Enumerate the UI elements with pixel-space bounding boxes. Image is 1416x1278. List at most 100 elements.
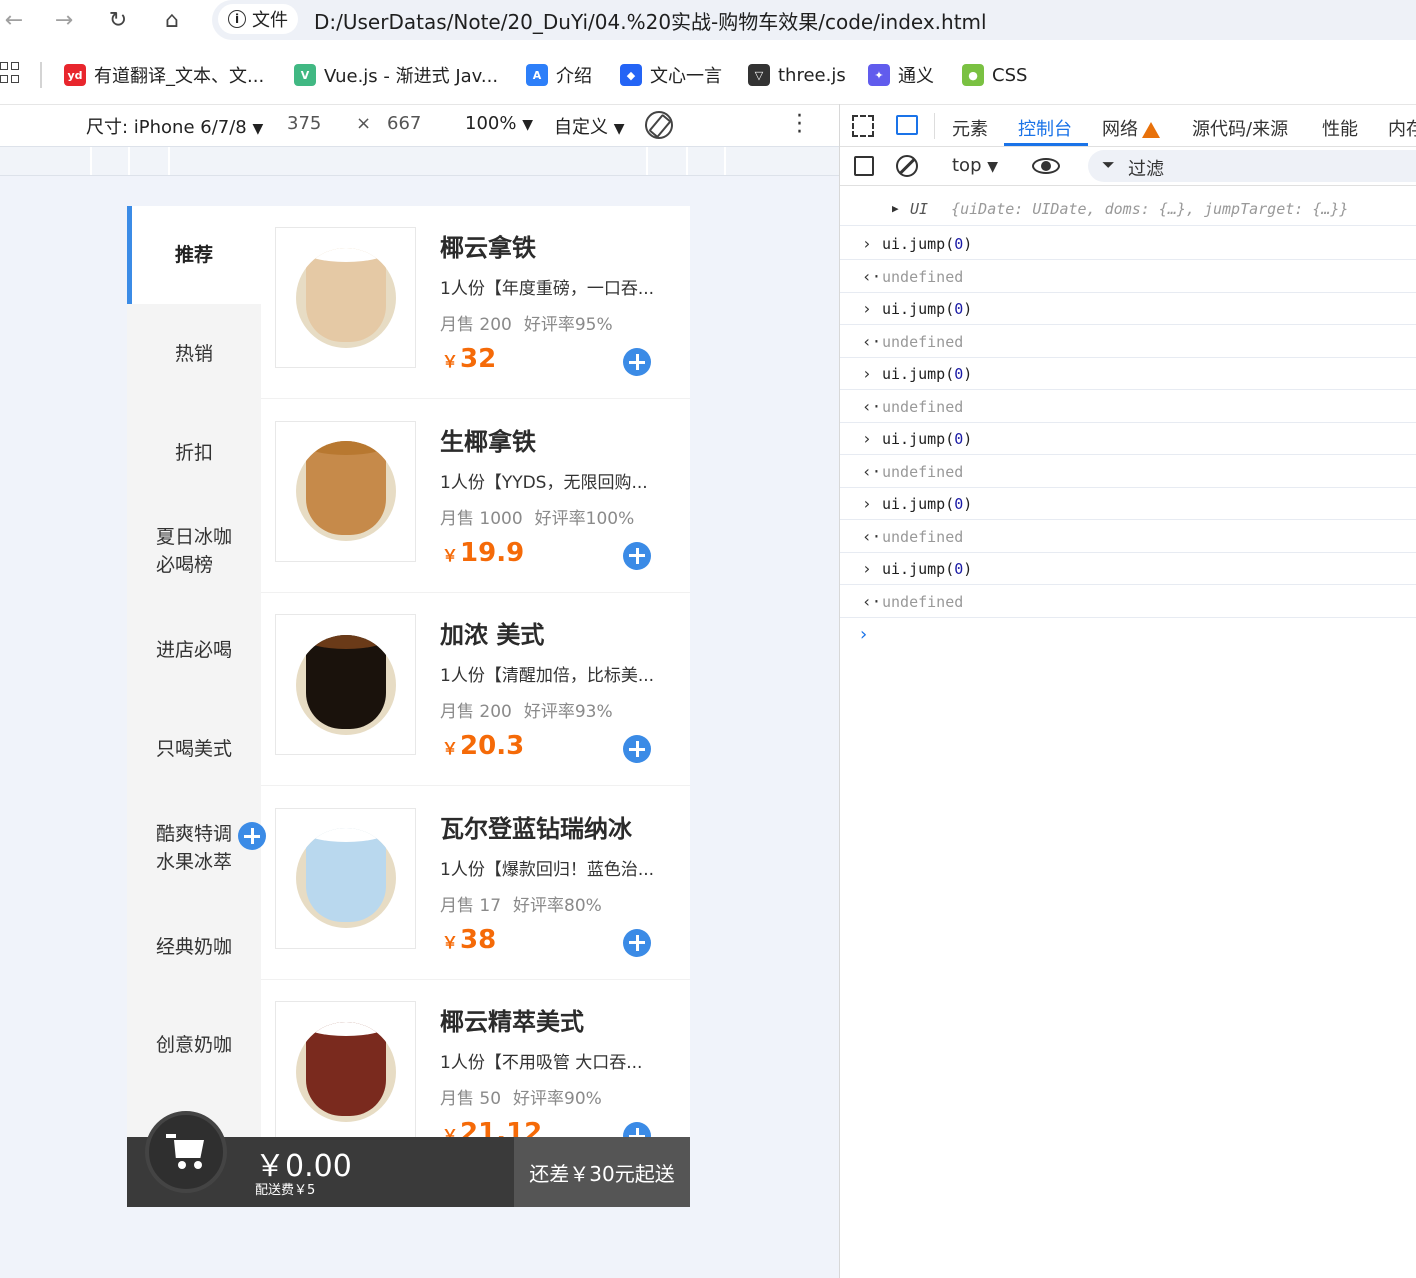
rotate-icon[interactable] [645, 111, 673, 139]
console-filter-input[interactable]: ⏷ 过滤 [1088, 150, 1416, 182]
input-chevron-icon: › [862, 234, 872, 253]
price-value: 32 [460, 344, 497, 374]
tongyi-icon: ✦ [868, 64, 890, 86]
devtools-tab[interactable]: 内存 [1388, 115, 1416, 141]
category-label: 折扣 [174, 441, 213, 464]
goods-image [275, 227, 416, 368]
more-options-icon[interactable]: · · · [796, 106, 803, 144]
goods-desc: 1人份【不用吸管 大口吞... [440, 1053, 643, 1073]
cart-footer: ￥0.00 配送费￥5 还差￥30元起送 [127, 1111, 690, 1207]
console-input-row: › ui.jump(0) [840, 488, 1416, 520]
filter-placeholder: 过滤 [1128, 159, 1164, 180]
goods-title: 椰云拿铁 [440, 234, 536, 262]
devtools-tab[interactable]: 性能 [1322, 115, 1358, 141]
height-input[interactable]: 667 [387, 113, 421, 134]
price-currency: ￥ [442, 352, 459, 371]
console-text: undefined [882, 332, 964, 351]
cart-button[interactable] [145, 1111, 227, 1193]
device-toolbar: 尺寸: iPhone 6/7/8 ▼ 375 × 667 100% ▼ 自定义 … [0, 104, 840, 146]
clear-console-icon[interactable] [896, 155, 918, 177]
category-item[interactable]: 折扣 [127, 404, 261, 502]
add-to-cart-button[interactable] [623, 348, 651, 376]
toolbar-divider [934, 113, 935, 139]
sidebar-toggle-icon[interactable] [854, 156, 874, 176]
bookmark-label: 介绍 [556, 66, 592, 87]
bookmark-vue[interactable]: V Vue.js - 渐进式 Jav... [294, 60, 498, 90]
site-info-chip[interactable]: i 文件 [218, 4, 298, 34]
price-value: 20.3 [460, 731, 525, 761]
url-text[interactable]: D:/UserDatas/Note/20_DuYi/04.%20实战-购物车效果… [314, 6, 987, 35]
return-arrow-icon: ‹· [862, 396, 882, 416]
goods-image [275, 614, 416, 755]
console-input-row: › ui.jump(0) [840, 293, 1416, 325]
devtools-tab[interactable]: 控制台 [1018, 115, 1072, 141]
warning-icon [1142, 122, 1160, 138]
goods-price: ￥32 [442, 344, 496, 374]
delivery-fee: 配送费￥5 [255, 1183, 316, 1198]
inspect-element-icon[interactable] [852, 115, 874, 137]
category-item[interactable]: 夏日冰咖 必喝榜 [127, 502, 261, 600]
goods-stats: 月售 200 好评率93% [440, 697, 625, 722]
width-input[interactable]: 375 [287, 113, 321, 134]
bookmark-wenxin[interactable]: ◆ 文心一言 [620, 60, 722, 90]
device-select[interactable]: 尺寸: iPhone 6/7/8 ▼ [86, 113, 263, 139]
context-label: top [952, 155, 982, 176]
expand-triangle-icon[interactable]: ▶ [892, 202, 899, 215]
docs-icon: A [526, 64, 548, 86]
price-currency: ￥ [442, 932, 459, 952]
bookmark-label: 有道翻译_文本、文... [94, 66, 265, 87]
context-select[interactable]: top ▼ [952, 155, 998, 176]
back-arrow-icon[interactable]: ← [0, 6, 28, 34]
forward-arrow-icon[interactable]: → [50, 6, 78, 34]
bookmark-tongyi[interactable]: ✦ 通义 [868, 60, 934, 90]
goods-item: 瓦尔登蓝钻瑞纳冰 1人份【爆款回归！蓝色治... 月售 17 好评率80% ￥38 [261, 787, 690, 980]
bookmark-threejs[interactable]: ▽ three.js [748, 60, 846, 90]
console-text: ui.jump(0) [882, 300, 973, 318]
vue-icon: V [294, 64, 316, 86]
devtools-tab[interactable]: 源代码/来源 [1192, 115, 1288, 141]
object-body: {uiDate: UIDate, doms: {…}, jumpTarget: … [951, 200, 1349, 218]
bookmark-docs[interactable]: A 介绍 [526, 60, 592, 90]
console-text: undefined [882, 592, 964, 611]
add-to-cart-button[interactable] [623, 735, 651, 763]
zoom-select[interactable]: 100% ▼ [465, 113, 533, 134]
device-toggle-icon[interactable] [896, 115, 918, 135]
console-text: ui.jump(0) [882, 430, 973, 448]
goods-sales: 月售 200 [440, 702, 512, 722]
reload-icon[interactable]: ↻ [104, 6, 132, 34]
object-log-row[interactable]: ▶ UI {uiDate: UIDate, doms: {…}, jumpTar… [840, 194, 1416, 226]
goods-stats: 月售 1000 好评率100% [440, 504, 646, 529]
checkout-button[interactable]: 还差￥30元起送 [514, 1137, 690, 1207]
category-item[interactable]: 热销 [127, 305, 261, 403]
category-label: 推荐 [174, 244, 213, 266]
file-chip-label: 文件 [252, 10, 288, 31]
category-item[interactable]: 创意奶咖 [127, 996, 261, 1094]
home-icon[interactable]: ⌂ [158, 6, 186, 34]
console-text: undefined [882, 527, 964, 546]
console-text: undefined [882, 267, 964, 286]
category-item[interactable]: 经典奶咖 [127, 898, 261, 996]
goods-rating: 好评率100% [534, 508, 635, 529]
bookmark-css[interactable]: ● CSS [962, 60, 1027, 90]
goods-stats: 月售 50 好评率90% [440, 1084, 614, 1109]
media-query-ruler [0, 146, 840, 176]
live-expression-eye-icon[interactable] [1032, 155, 1060, 177]
console-prompt-icon[interactable]: › [858, 624, 869, 645]
return-arrow-icon: ‹· [862, 526, 882, 546]
input-chevron-icon: › [862, 299, 872, 318]
goods-image [275, 420, 416, 562]
input-chevron-icon: › [862, 364, 872, 383]
bookmark-youdao[interactable]: yd 有道翻译_文本、文... [64, 60, 264, 90]
apps-grid-icon[interactable] [0, 62, 19, 84]
devtools-tab[interactable]: 网络 [1102, 115, 1160, 141]
category-item[interactable]: 只喝美式 [127, 700, 261, 798]
add-to-cart-button[interactable] [623, 541, 651, 570]
console-log: ▶ UI {uiDate: UIDate, doms: {…}, jumpTar… [840, 186, 1416, 1278]
throttle-select[interactable]: 自定义 ▼ [554, 113, 625, 139]
console-output-row: ‹· undefined [840, 586, 1416, 618]
category-item[interactable]: 推荐 [127, 206, 261, 304]
category-item[interactable]: 进店必喝 [127, 601, 261, 699]
category-item[interactable]: 酷爽特调 水果冰萃 [127, 799, 261, 897]
add-to-cart-button[interactable] [623, 928, 651, 957]
devtools-tab[interactable]: 元素 [952, 115, 988, 141]
